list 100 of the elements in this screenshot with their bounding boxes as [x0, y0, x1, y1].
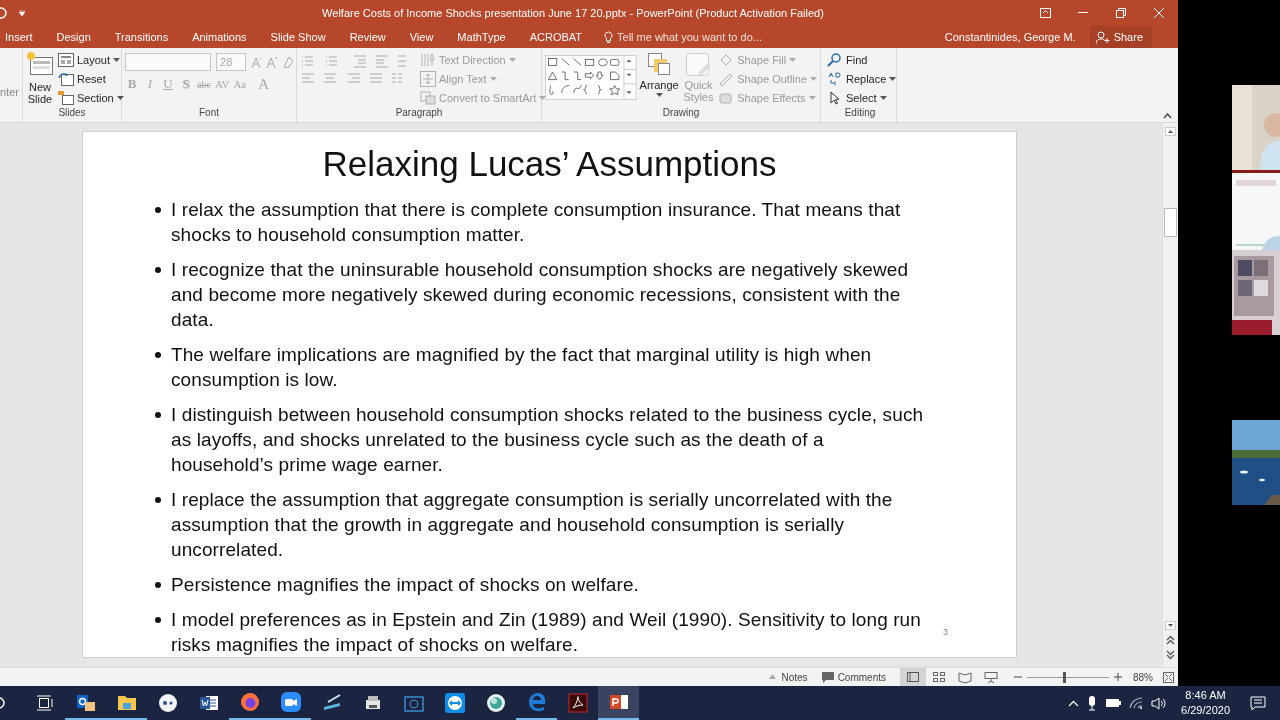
- notifications-icon[interactable]: [1250, 695, 1266, 711]
- ribbon-tab[interactable]: Animations: [187, 26, 255, 48]
- ribbon-tab[interactable]: Slide Show: [265, 26, 334, 48]
- group-label: Editing: [843, 106, 877, 120]
- taskbar-button[interactable]: [598, 686, 639, 720]
- ribbon-command[interactable]: Select: [827, 89, 897, 106]
- ribbon-command[interactable]: Layout: [58, 51, 124, 68]
- zoom-thumb[interactable]: [1062, 671, 1066, 683]
- task-view-icon[interactable]: [35, 695, 54, 711]
- show-hidden-icons-icon[interactable]: [1068, 699, 1080, 707]
- mail-icon: [75, 692, 96, 712]
- caret-icon: [113, 57, 121, 62]
- bullet-text: I distinguish between household consumption shocks related to the business cycle, such as layoffs, and shocks unrelated to the business cycle such as the death of a household’s prime wage earner.: [171, 403, 925, 477]
- remote-arrows-icon: [444, 693, 465, 713]
- ribbon-tab[interactable]: View: [404, 26, 442, 48]
- quick-styles-icon: [684, 51, 713, 77]
- scroll-down-icon[interactable]: [1165, 621, 1176, 630]
- search-icon: [827, 52, 843, 67]
- clock-time[interactable]: 8:46 AM: [1181, 688, 1230, 703]
- camera-icon: [403, 693, 424, 713]
- slide-title: Relaxing Lucas’ Assumptions: [321, 143, 778, 185]
- wifi-icon[interactable]: [1129, 697, 1144, 709]
- account-name[interactable]: Constantinides, George M.: [944, 31, 1076, 43]
- share-button[interactable]: Share: [1089, 26, 1152, 48]
- bullet-text: I recognize that the uninsurable household consumption shocks are negatively skewed and become more negatively skewed during economic recessions, consistent with the data.: [171, 258, 910, 332]
- text-direction-icon: [420, 51, 436, 68]
- caret-icon: [810, 76, 817, 81]
- group-label: Paragraph: [394, 106, 444, 120]
- group-label: Drawing: [661, 106, 701, 120]
- ribbon-tab[interactable]: MathType: [452, 26, 514, 48]
- view-button[interactable]: [900, 668, 926, 686]
- replace-icon: [827, 71, 843, 86]
- ribbon-command[interactable]: nter: [0, 86, 22, 98]
- font-name-field[interactable]: [125, 53, 212, 71]
- clock-date[interactable]: 6/29/2020: [1181, 703, 1230, 718]
- ribbon-command[interactable]: Find: [827, 51, 897, 68]
- close-icon[interactable]: [1154, 8, 1164, 18]
- reset-icon: [58, 71, 74, 86]
- ribbon-tab[interactable]: ACROBAT: [524, 26, 591, 48]
- restore-icon[interactable]: [1116, 8, 1126, 18]
- bullet-icon: [155, 582, 161, 588]
- bullet-text: I replace the assumption that aggregate consumption is serially uncorrelated with the assumption that the growth in aggregate and household consumption is serially uncorrelated.: [171, 488, 894, 562]
- ribbon-tab[interactable]: Insert: [0, 26, 41, 48]
- group-label: Font: [198, 106, 220, 120]
- chat-icon: [157, 693, 178, 713]
- zoom-reading[interactable]: 88%: [1133, 671, 1153, 683]
- align-text-icon: [420, 70, 436, 87]
- ribbon-tab[interactable]: Design: [51, 26, 99, 48]
- ribbon-tab[interactable]: Transitions: [109, 26, 177, 48]
- minimize-icon[interactable]: [1078, 12, 1088, 14]
- speech-bubble-icon: [821, 671, 834, 683]
- globe-icon: [485, 693, 506, 713]
- bullet-text: I model preferences as in Epstein and Zin (1989) and Weil (1990). Sensitivity to long run risks magnifies the impact of shocks on welfare.: [171, 608, 922, 657]
- video-camera-icon: [280, 692, 301, 712]
- document-icon: [198, 693, 219, 713]
- ribbon-command[interactable]: Replace: [827, 70, 897, 87]
- customize-icon[interactable]: [18, 10, 26, 16]
- person-add-icon: [1095, 30, 1110, 44]
- sorter-view-icon: [932, 670, 946, 684]
- comments-button[interactable]: Comments: [821, 671, 886, 683]
- bullet-icon: [155, 497, 161, 503]
- scroll-up-icon[interactable]: [1165, 127, 1176, 136]
- pdf-icon: [567, 693, 588, 713]
- arrange-button[interactable]: Arrange: [639, 51, 679, 106]
- arrange-icon: [646, 51, 673, 77]
- ribbon-tab[interactable]: Review: [344, 26, 394, 48]
- next-slide-icon[interactable]: [1166, 649, 1175, 661]
- caret-icon: [889, 76, 897, 81]
- battery-icon[interactable]: [1105, 698, 1122, 708]
- window-title: Welfare Costs of Income Shocks presentation June 17 20.pptx - PowerPoint (Product Activation Failed): [321, 7, 825, 19]
- notes-button[interactable]: Notes: [766, 671, 808, 683]
- show-view-icon: [984, 670, 998, 684]
- presentation-icon: [608, 692, 629, 712]
- browser-icon: [239, 692, 260, 712]
- reading-view-icon: [958, 670, 972, 684]
- ribbon-command[interactable]: Reset: [58, 70, 124, 87]
- search-icon[interactable]: [0, 696, 6, 710]
- bullet-icon: [155, 412, 161, 418]
- collapse-ribbon-icon[interactable]: [1163, 113, 1172, 119]
- bullet-text: Persistence magnifies the impact of shocks on welfare.: [171, 573, 639, 597]
- ribbon-command[interactable]: Section: [58, 89, 124, 106]
- app-icon[interactable]: [0, 6, 8, 20]
- slide-number: 3: [943, 627, 948, 637]
- new-slide-button[interactable]: New Slide: [26, 51, 54, 106]
- section-icon: [58, 90, 74, 105]
- bullet-icon: [155, 617, 161, 623]
- fit-slide-icon[interactable]: [1163, 671, 1174, 683]
- caret-icon: [539, 95, 547, 100]
- caret-icon: [489, 76, 497, 81]
- caret-icon: [116, 95, 124, 100]
- pencil-icon: [718, 71, 735, 86]
- microphone-icon[interactable]: [1087, 695, 1098, 711]
- zoom-in-icon[interactable]: [1114, 673, 1122, 681]
- caret-icon: [879, 95, 887, 100]
- ribbon-display-icon[interactable]: [1039, 8, 1051, 18]
- previous-slide-icon[interactable]: [1166, 635, 1175, 647]
- tell-me-field[interactable]: Tell me what you want to do...: [617, 31, 762, 43]
- caret-icon: [655, 93, 663, 97]
- scroll-thumb[interactable]: [1164, 208, 1177, 237]
- volume-icon[interactable]: [1151, 696, 1168, 710]
